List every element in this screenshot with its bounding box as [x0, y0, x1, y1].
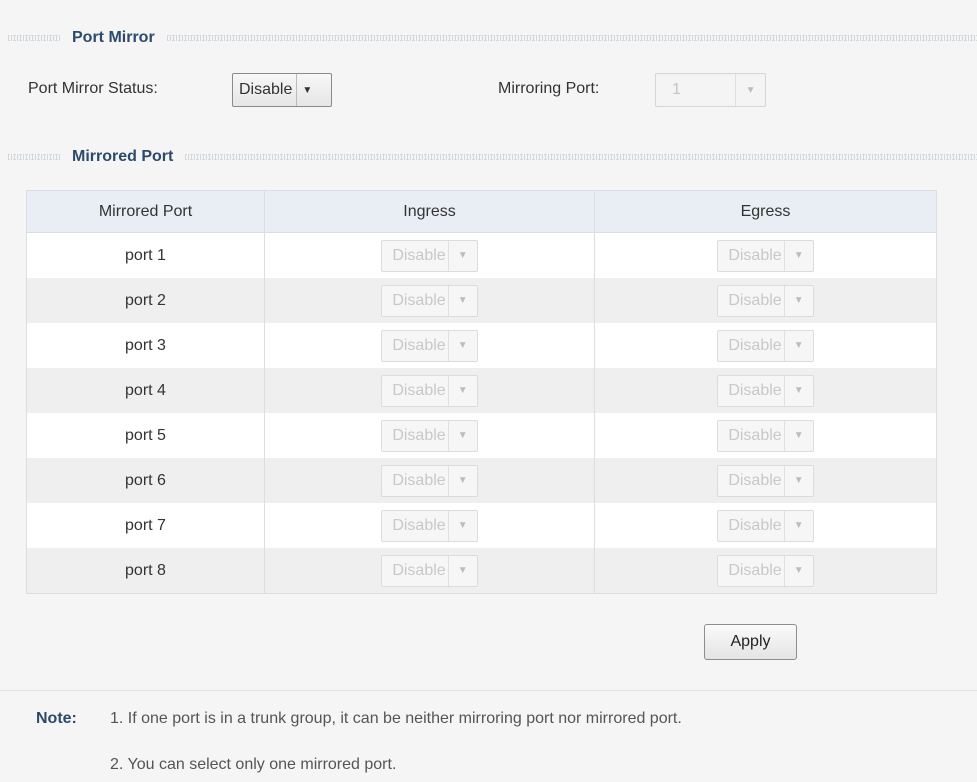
chevron-down-icon: ▼ [447, 240, 477, 271]
port-name: port 8 [27, 548, 265, 593]
note-item: 1. If one port is in a trunk group, it c… [110, 710, 682, 727]
egress-select[interactable]: Disable ▼ [717, 374, 814, 407]
chevron-down-icon: ▼ [447, 375, 477, 406]
ingress-select[interactable]: Disable ▼ [381, 374, 478, 407]
select-value: Disable [728, 471, 782, 489]
select-value: Disable [728, 336, 782, 354]
mirrored-port-table: Mirrored Port Ingress Egress port 1 Disa… [26, 190, 937, 594]
select-value: Disable [239, 81, 293, 98]
apply-button[interactable]: Apply [704, 624, 797, 660]
chevron-down-icon: ▼ [783, 510, 813, 541]
port-name: port 2 [27, 278, 265, 323]
note-item: 2. You can select only one mirrored port… [110, 756, 397, 773]
chevron-down-icon: ▼ [735, 74, 765, 106]
select-value: 1 [672, 81, 681, 98]
table-row: port 4 Disable ▼ Disable ▼ [27, 368, 936, 413]
table-row: port 7 Disable ▼ Disable ▼ [27, 503, 936, 548]
select-value: Disable [728, 246, 782, 264]
column-header: Mirrored Port [27, 191, 265, 232]
column-header: Ingress [265, 191, 595, 232]
table-row: port 6 Disable ▼ Disable ▼ [27, 458, 936, 503]
section-title: Port Mirror [72, 29, 155, 46]
ingress-select[interactable]: Disable ▼ [381, 239, 478, 272]
section-divider [185, 154, 977, 160]
port-name: port 1 [27, 233, 265, 278]
section-mirrored-port: Mirrored Port [0, 147, 977, 167]
section-title: Mirrored Port [72, 148, 174, 165]
port-name: port 3 [27, 323, 265, 368]
chevron-down-icon: ▼ [783, 465, 813, 496]
chevron-down-icon: ▼ [447, 420, 477, 451]
select-value: Disable [728, 381, 782, 399]
port-name: port 6 [27, 458, 265, 503]
section-divider [8, 35, 60, 41]
note-label: Note: [36, 710, 77, 727]
chevron-down-icon: ▼ [447, 555, 477, 586]
mirroring-port-select[interactable]: 1 ▼ [655, 73, 766, 107]
chevron-down-icon: ▼ [783, 240, 813, 271]
port-name: port 4 [27, 368, 265, 413]
egress-select[interactable]: Disable ▼ [717, 329, 814, 362]
chevron-down-icon: ▼ [783, 375, 813, 406]
chevron-down-icon: ▼ [783, 285, 813, 316]
select-value: Disable [392, 561, 446, 579]
table-header: Mirrored Port Ingress Egress [27, 191, 936, 233]
ingress-select[interactable]: Disable ▼ [381, 284, 478, 317]
table-row: port 8 Disable ▼ Disable ▼ [27, 548, 936, 593]
select-value: Disable [728, 561, 782, 579]
select-value: Disable [392, 336, 446, 354]
table-row: port 2 Disable ▼ Disable ▼ [27, 278, 936, 323]
port-mirror-status-label: Port Mirror Status: [28, 80, 158, 97]
section-port-mirror: Port Mirror [0, 28, 977, 48]
select-value: Disable [392, 426, 446, 444]
port-name: port 5 [27, 413, 265, 458]
select-value: Disable [392, 516, 446, 534]
select-value: Disable [728, 516, 782, 534]
section-divider [166, 35, 977, 41]
table-row: port 3 Disable ▼ Disable ▼ [27, 323, 936, 368]
chevron-down-icon: ▼ [447, 330, 477, 361]
ingress-select[interactable]: Disable ▼ [381, 554, 478, 587]
ingress-select[interactable]: Disable ▼ [381, 419, 478, 452]
mirroring-port-label: Mirroring Port: [498, 80, 600, 97]
chevron-down-icon: ▼ [783, 555, 813, 586]
chevron-down-icon: ▼ [447, 510, 477, 541]
note-divider [0, 690, 977, 691]
ingress-select[interactable]: Disable ▼ [381, 329, 478, 362]
egress-select[interactable]: Disable ▼ [717, 554, 814, 587]
chevron-down-icon: ▼ [783, 330, 813, 361]
table-row: port 1 Disable ▼ Disable ▼ [27, 233, 936, 278]
egress-select[interactable]: Disable ▼ [717, 284, 814, 317]
port-mirror-status-select[interactable]: Disable ▼ [232, 73, 332, 107]
select-value: Disable [392, 471, 446, 489]
table-row: port 5 Disable ▼ Disable ▼ [27, 413, 936, 458]
column-header: Egress [740, 202, 791, 220]
port-name: port 7 [27, 503, 265, 548]
select-value: Disable [728, 291, 782, 309]
chevron-down-icon: ▼ [783, 420, 813, 451]
select-value: Disable [392, 381, 446, 399]
select-value: Disable [728, 426, 782, 444]
egress-select[interactable]: Disable ▼ [717, 464, 814, 497]
ingress-select[interactable]: Disable ▼ [381, 509, 478, 542]
section-divider [8, 154, 60, 160]
egress-select[interactable]: Disable ▼ [717, 419, 814, 452]
chevron-down-icon: ▼ [447, 285, 477, 316]
chevron-down-icon: ▼ [296, 74, 317, 106]
select-value: Disable [392, 246, 446, 264]
egress-select[interactable]: Disable ▼ [717, 239, 814, 272]
select-value: Disable [392, 291, 446, 309]
egress-select[interactable]: Disable ▼ [717, 509, 814, 542]
ingress-select[interactable]: Disable ▼ [381, 464, 478, 497]
chevron-down-icon: ▼ [447, 465, 477, 496]
